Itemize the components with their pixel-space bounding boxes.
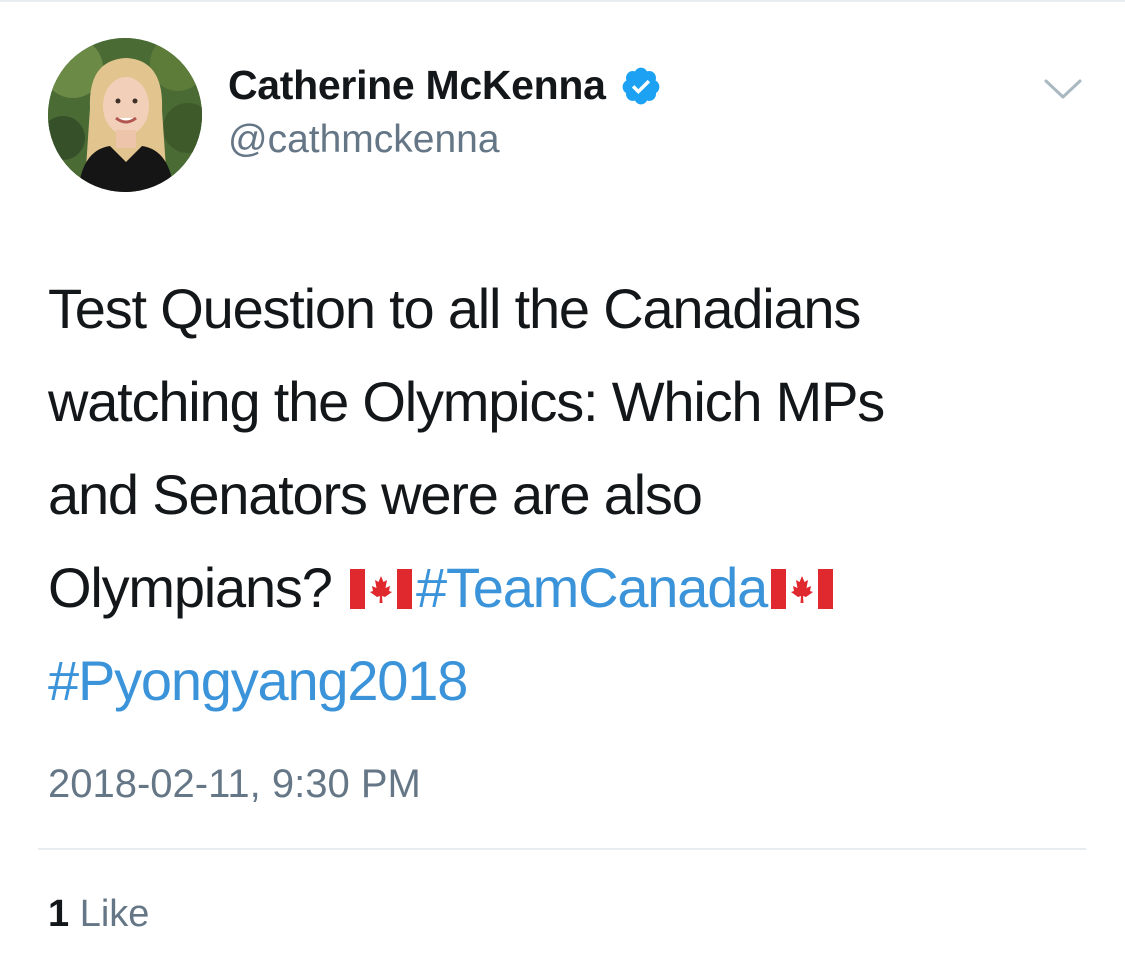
avatar-photo [48,38,202,192]
verified-badge-icon [620,65,662,107]
likes-count: 1 [48,893,70,935]
avatar[interactable] [48,38,202,192]
tweet-text-line: and Senators were are also [48,463,703,526]
display-name-text[interactable]: Catherine McKenna [228,62,606,109]
hashtag-link[interactable]: #TeamCanada [416,556,768,619]
tweet-text-line: Test Question to all the Canadians [48,277,861,340]
chevron-down-icon[interactable] [1042,74,1084,104]
display-name[interactable]: Catherine McKenna [228,62,662,109]
canada-flag-emoji [771,569,834,609]
tweet-text-line: watching the Olympics: Which MPs [48,370,885,433]
canada-flag-emoji [350,569,413,609]
divider [38,848,1086,850]
tweet-text-line: Olympians? #TeamCanada [48,541,1098,634]
top-divider [0,0,1125,2]
user-handle[interactable]: @cathmckenna [228,118,500,162]
tweet-text: Test Question to all the Canadians watch… [48,262,1098,727]
tweet-text-tail: Olympians? [48,556,333,619]
hashtag-link[interactable]: #Pyongyang2018 [48,649,468,712]
tweet-timestamp[interactable]: 2018-02-11, 9:30 PM [48,762,421,807]
likes-stat[interactable]: 1 Like [48,893,149,936]
tweet-text-line: #Pyongyang2018 [48,634,1098,727]
likes-label: Like [79,893,150,935]
